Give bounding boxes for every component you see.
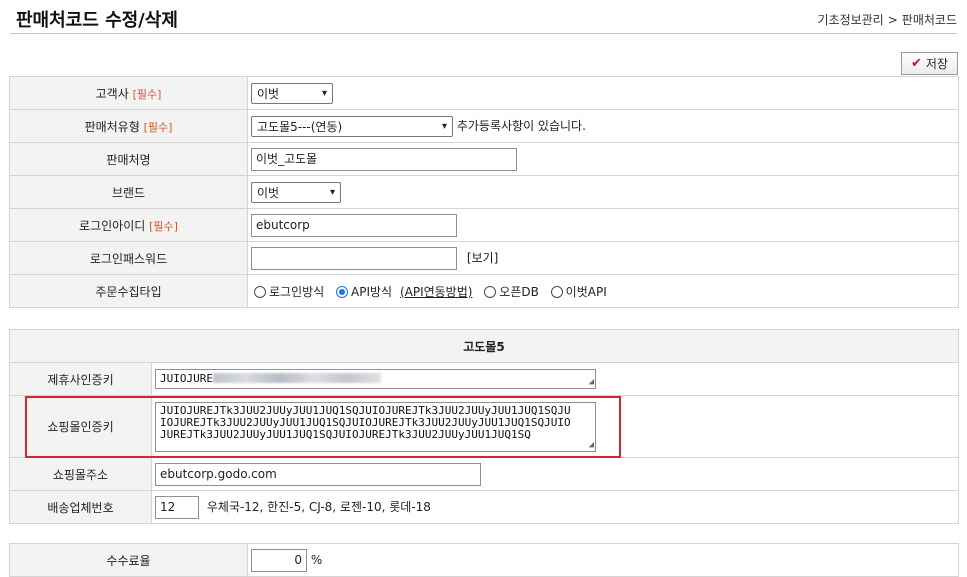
order-collect-value-cell: 로그인방식 API방식 (API연동방법) 오픈DB 이벗API: [247, 274, 959, 308]
channel-type-select[interactable]: 고도몰5---(연동) ▾: [251, 115, 453, 137]
resize-grip-icon[interactable]: ◢: [589, 378, 594, 387]
shop-key-line: IOJUREJTk3JUU2JUUyJUU1JUQ1SQJUIOJUREJTk3…: [160, 415, 571, 429]
required-tag: [필수]: [143, 120, 173, 134]
customer-label-cell: 고객사 [필수]: [9, 76, 248, 110]
order-collect-row: 주문수집타입 로그인방식 API방식 (API연동방법) 오픈DB 이벗API: [9, 274, 959, 308]
radio-icon[interactable]: [550, 285, 563, 298]
customer-label: 고객사: [95, 86, 129, 101]
save-button-label: 저장: [925, 57, 948, 71]
required-tag: [필수]: [149, 219, 178, 233]
godo-section-table: 고도몰5 제휴사인증키 JUIOJURE ◢ 쇼핑몰인증키 JUIOJUREJTk…: [8, 329, 960, 524]
resize-grip-icon[interactable]: ◢: [589, 440, 594, 450]
godo-section-header-row: 고도몰5: [8, 329, 960, 363]
chevron-down-icon: ▾: [329, 186, 335, 198]
breadcrumb-separator: >: [887, 13, 898, 27]
channel-type-value-cell: 고도몰5---(연동) ▾ 추가등록사항이 있습니다.: [247, 109, 959, 143]
brand-row: 브랜드 이벗 ▾: [9, 175, 959, 209]
login-password-value-cell: [보기]: [247, 241, 959, 275]
channel-type-row: 판매처유형 [필수] 고도몰5---(연동) ▾ 추가등록사항이 있습니다.: [9, 109, 959, 143]
redacted-text: [212, 373, 381, 383]
radio-icon[interactable]: [254, 285, 266, 298]
radio-open-db-label: 오픈DB: [499, 284, 539, 299]
login-id-label-cell: 로그인아이디 [필수]: [9, 208, 248, 242]
customer-value-cell: 이벗 ▾: [247, 76, 959, 110]
customer-select-value: 이벗: [257, 86, 280, 101]
shop-key-row: 쇼핑몰인증키 JUIOJUREJTk3JUU2JUUyJUU1JUQ1SQJUI…: [9, 395, 960, 458]
radio-login-method[interactable]: 로그인방식: [254, 285, 324, 299]
brand-select[interactable]: 이벗 ▾: [251, 181, 341, 203]
login-password-input[interactable]: [251, 246, 457, 270]
login-id-input[interactable]: ebutcorp: [251, 213, 457, 237]
customer-select[interactable]: 이벗 ▾: [251, 82, 333, 104]
brand-value-cell: 이벗 ▾: [247, 175, 959, 209]
shop-address-input[interactable]: ebutcorp.godo.com: [155, 462, 481, 486]
radio-login-method-label: 로그인방식: [269, 284, 325, 299]
login-id-row: 로그인아이디 [필수] ebutcorp: [9, 208, 959, 242]
fee-table: 수수료율 0 %: [9, 543, 959, 577]
customer-row: 고객사 [필수] 이벗 ▾: [9, 76, 959, 110]
carrier-no-input[interactable]: 12: [155, 495, 199, 519]
carrier-no-value-cell: 12 우체국-12, 한진-5, CJ-8, 로젠-10, 롯데-18: [150, 490, 960, 524]
shop-address-value-cell: ebutcorp.godo.com: [150, 457, 960, 491]
radio-ebut-api-label: 이벗API: [565, 284, 607, 299]
channel-type-select-value: 고도몰5---(연동): [257, 119, 343, 134]
radio-open-db[interactable]: 오픈DB: [484, 285, 539, 299]
chevron-down-icon: ▾: [441, 120, 447, 132]
partner-key-value-cell: JUIOJURE ◢: [150, 362, 960, 396]
fee-label: 수수료율: [9, 543, 248, 577]
shop-key-label: 쇼핑몰인증키: [9, 395, 152, 458]
shop-key-line: JUIOJUREJTk3JUU2JUUyJUU1JUQ1SQJUIOJUREJT…: [160, 403, 571, 417]
brand-label: 브랜드: [9, 175, 248, 209]
breadcrumb: 기초정보관리 > 판매처코드: [817, 11, 957, 28]
shop-key-line: JUREJTk3JUU2JUUyJUU1JUQ1SQJUIOJUREJTk3JU…: [160, 427, 531, 441]
api-guide-link[interactable]: (API연동방법): [400, 285, 473, 299]
godo-section-title: 고도몰5: [8, 329, 960, 363]
partner-key-textarea[interactable]: JUIOJURE ◢: [155, 369, 596, 389]
partner-key-label: 제휴사인증키: [9, 362, 152, 396]
channel-name-row: 판매처명 이벗_고도몰: [9, 142, 959, 176]
login-id-label: 로그인아이디: [79, 218, 146, 233]
channel-type-label: 판매처유형: [84, 119, 140, 134]
radio-api-method[interactable]: API방식: [336, 285, 392, 299]
password-view-link[interactable]: [보기]: [467, 251, 498, 265]
channel-name-label: 판매처명: [9, 142, 248, 176]
channel-type-label-cell: 판매처유형 [필수]: [9, 109, 248, 143]
save-button[interactable]: ✔ 저장: [901, 52, 958, 75]
carrier-no-label: 배송업체번호: [9, 490, 152, 524]
radio-api-method-label: API방식: [351, 284, 393, 299]
login-password-row: 로그인패스워드 [보기]: [9, 241, 959, 275]
required-tag: [필수]: [132, 87, 162, 101]
login-id-value-cell: ebutcorp: [247, 208, 959, 242]
breadcrumb-item-basic-info[interactable]: 기초정보관리: [817, 13, 883, 27]
brand-select-value: 이벗: [257, 185, 280, 200]
shop-key-value-cell: JUIOJUREJTk3JUU2JUUyJUU1JUQ1SQJUIOJUREJT…: [150, 395, 960, 458]
chevron-down-icon: ▾: [321, 87, 327, 99]
shop-key-textarea[interactable]: JUIOJUREJTk3JUU2JUUyJUU1JUQ1SQJUIOJUREJT…: [155, 401, 596, 452]
carrier-no-row: 배송업체번호 12 우체국-12, 한진-5, CJ-8, 로젠-10, 롯데-…: [9, 490, 960, 524]
channel-name-input[interactable]: 이벗_고도몰: [251, 147, 517, 171]
partner-key-row: 제휴사인증키 JUIOJURE ◢: [9, 362, 960, 396]
shop-address-row: 쇼핑몰주소 ebutcorp.godo.com: [9, 457, 960, 491]
order-collect-label: 주문수집타입: [9, 274, 248, 308]
title-divider: [10, 33, 957, 34]
channel-type-note: 추가등록사항이 있습니다.: [456, 118, 586, 133]
basic-info-table: 고객사 [필수] 이벗 ▾ 판매처유형 [필수] 고도몰5---(연동) ▾ 추가등…: [9, 76, 959, 308]
breadcrumb-item-channel-code[interactable]: 판매처코드: [902, 13, 957, 27]
channel-name-value-cell: 이벗_고도몰: [247, 142, 959, 176]
radio-ebut-api[interactable]: 이벗API: [550, 284, 607, 299]
radio-icon[interactable]: [484, 285, 497, 298]
partner-key-text: JUIOJURE: [160, 372, 213, 385]
carrier-no-hint: 우체국-12, 한진-5, CJ-8, 로젠-10, 롯데-18: [206, 499, 431, 514]
fee-input[interactable]: 0: [251, 548, 307, 572]
fee-row: 수수료율 0 %: [9, 543, 959, 577]
login-password-label: 로그인패스워드: [9, 241, 248, 275]
radio-selected-icon[interactable]: [336, 285, 349, 298]
check-icon: ✔: [911, 56, 922, 71]
fee-unit: %: [310, 552, 323, 567]
shop-address-label: 쇼핑몰주소: [9, 457, 152, 491]
page-title: 판매처코드 수정/삭제: [16, 10, 178, 31]
fee-value-cell: 0 %: [247, 543, 959, 577]
